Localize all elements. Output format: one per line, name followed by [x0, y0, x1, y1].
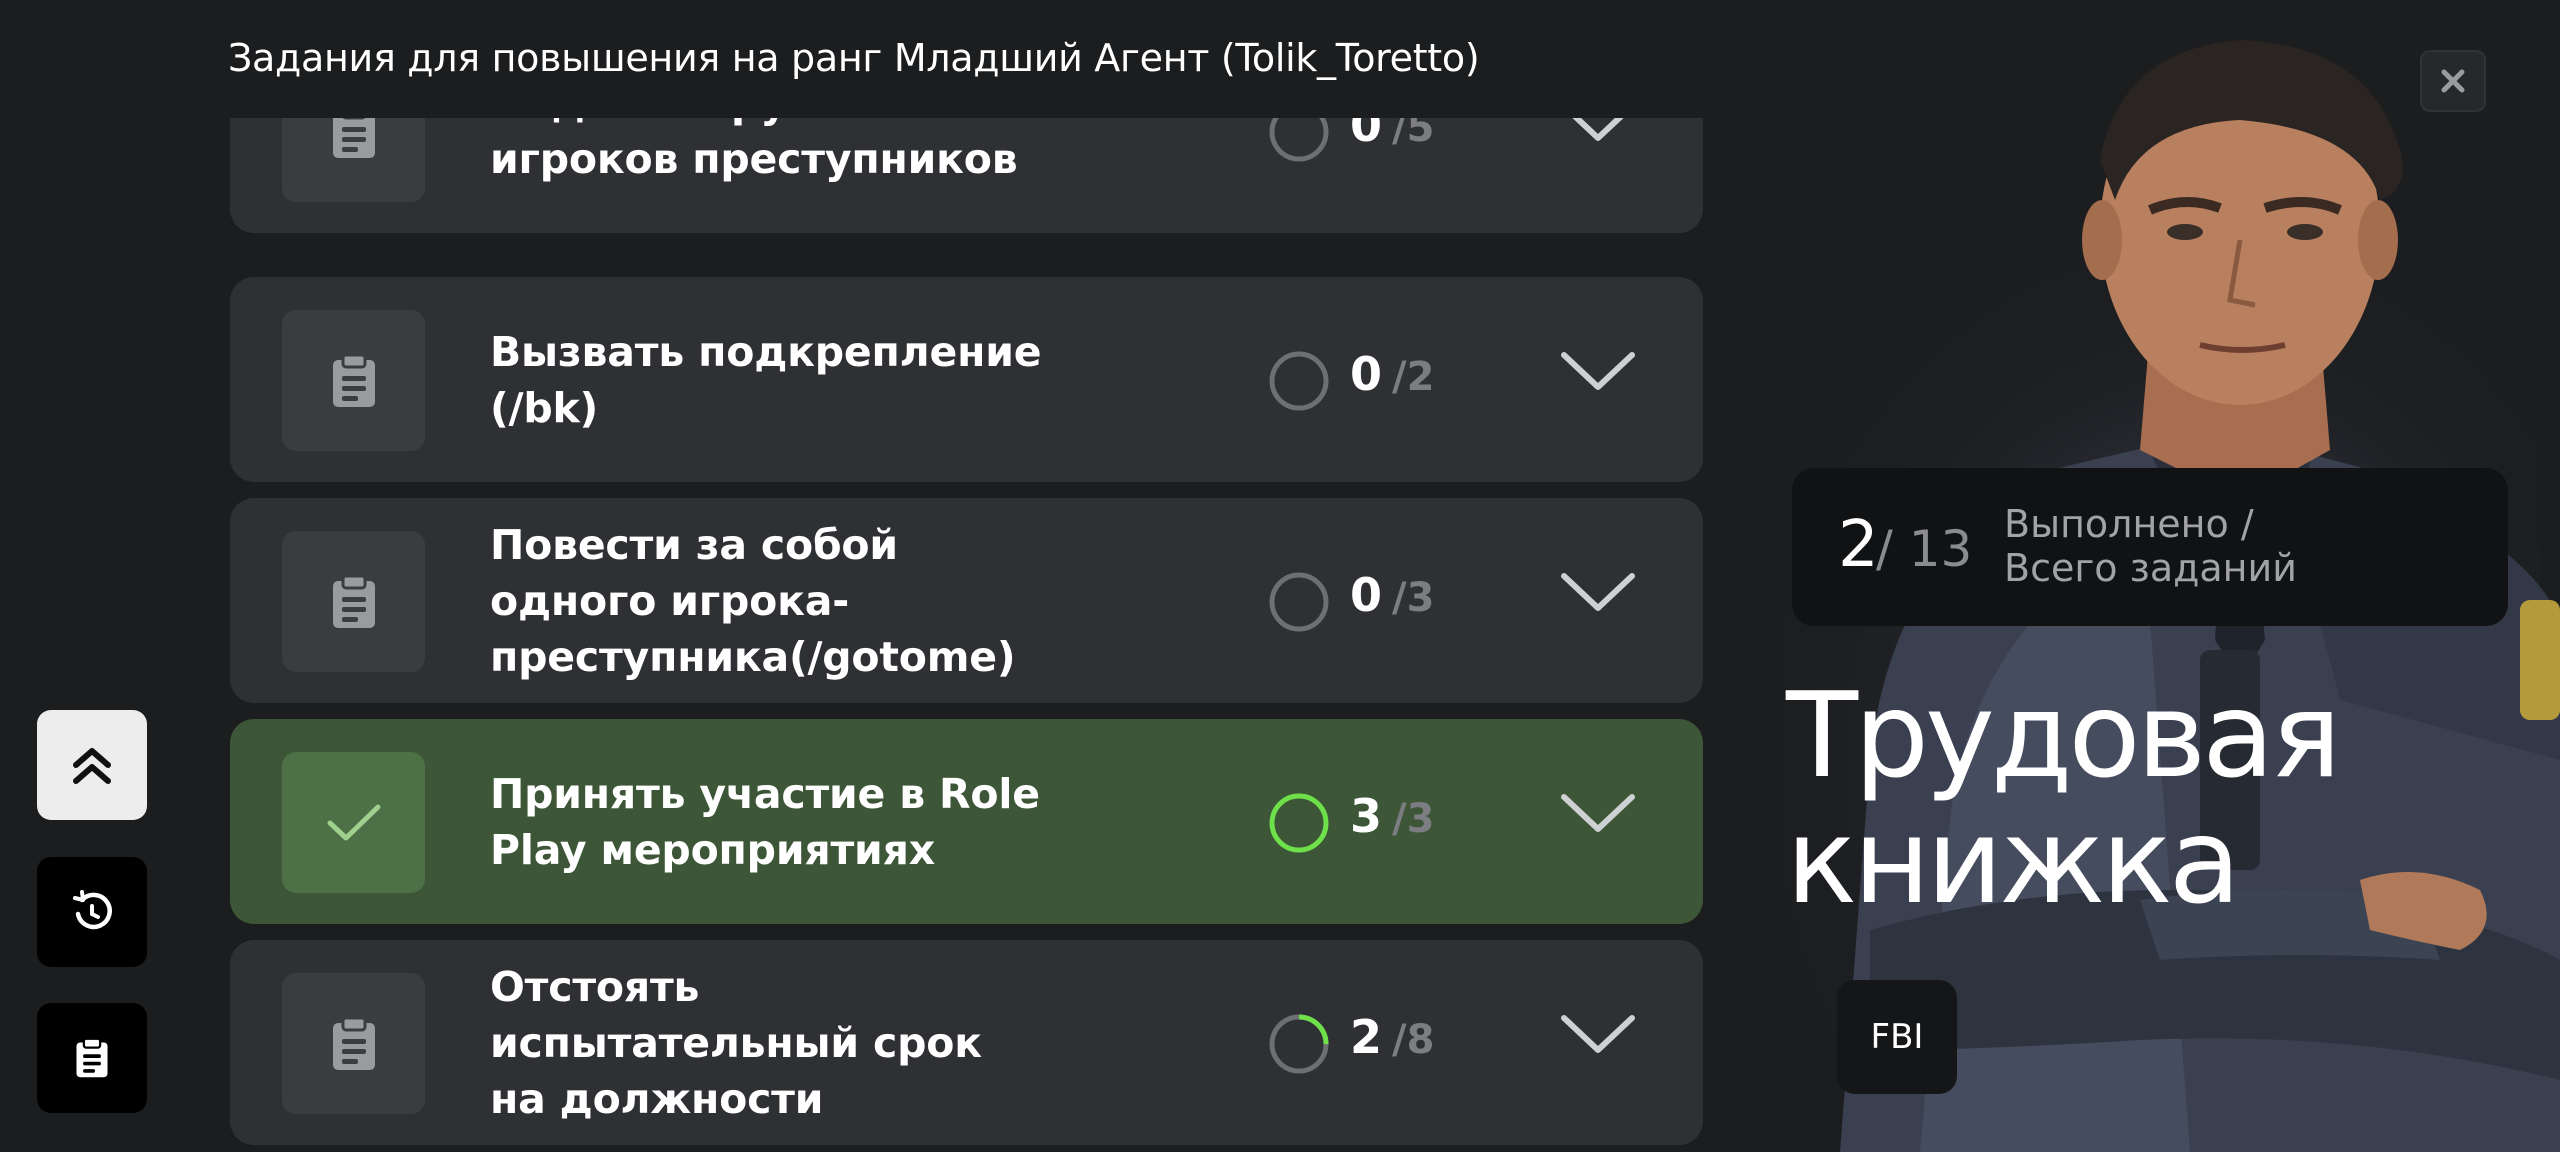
task-name: Отстоять испытательный срок на должности	[490, 962, 982, 1123]
close-button[interactable]	[2420, 50, 2486, 112]
scroll-top-button[interactable]	[37, 710, 147, 820]
task-progress: 0 /3	[1350, 568, 1434, 636]
task-progress-total: /5	[1392, 118, 1435, 151]
clipboard-icon	[282, 118, 425, 202]
progress-ring	[1269, 118, 1329, 162]
progress-ring	[1269, 1014, 1329, 1074]
task-card[interactable]: Вызвать подкрепление (/bk) 0 /2	[230, 277, 1703, 482]
completion-stats: 2 / 13 Выполнено / Всего заданий	[1792, 468, 2508, 626]
chevron-down-icon[interactable]	[1560, 791, 1636, 837]
chevron-down-icon[interactable]	[1560, 118, 1636, 146]
task-name: Повести за собой одного игрока-преступни…	[490, 520, 1016, 681]
clipboard-icon	[282, 310, 425, 451]
task-progress: 3 /3	[1350, 789, 1434, 857]
task-progress-total: /8	[1392, 1017, 1435, 1063]
task-name: Принять участие в Role Play мероприятиях	[490, 769, 1040, 874]
chevron-down-icon[interactable]	[1560, 570, 1636, 616]
progress-ring	[1269, 793, 1329, 853]
close-icon	[2441, 69, 2465, 93]
clipboard-icon	[76, 1037, 108, 1078]
completed-count: 2	[1838, 508, 1879, 582]
book-title: Трудовая книжка	[1786, 666, 2341, 930]
chevron-down-icon[interactable]	[1560, 1012, 1636, 1058]
task-progress-current: 0	[1350, 347, 1383, 401]
task-progress-total: /3	[1392, 575, 1435, 621]
tasks-nav-button[interactable]	[37, 1003, 147, 1113]
clipboard-icon	[282, 531, 425, 672]
clipboard-icon	[282, 973, 425, 1114]
progress-ring	[1269, 351, 1329, 411]
task-progress: 0 /2	[1350, 347, 1434, 415]
task-progress: 0 /5	[1350, 118, 1434, 166]
task-name: Надеть наручники на игроков преступников	[490, 118, 1018, 183]
task-list[interactable]: Надеть наручники на игроков преступников…	[230, 118, 1703, 1152]
task-progress-current: 0	[1350, 568, 1383, 622]
stats-label: Выполнено / Всего заданий	[2004, 502, 2297, 590]
task-card-completed[interactable]: Принять участие в Role Play мероприятиях…	[230, 719, 1703, 924]
task-card[interactable]: Повести за собой одного игрока-преступни…	[230, 498, 1703, 703]
total-count: / 13	[1876, 520, 1973, 578]
reset-timer-button[interactable]	[37, 857, 147, 967]
organization-badge: FBI	[1837, 980, 1957, 1094]
progress-ring	[1269, 572, 1329, 632]
task-progress-current: 3	[1350, 789, 1383, 843]
timer-reset-icon	[73, 890, 112, 930]
task-card[interactable]: Надеть наручники на игроков преступников…	[230, 118, 1703, 233]
task-progress-total: /2	[1392, 354, 1435, 400]
page-title: Задания для повышения на ранг Младший Аг…	[228, 36, 1480, 80]
task-progress-current: 0	[1350, 118, 1383, 152]
task-card[interactable]: Отстоять испытательный срок на должности…	[230, 940, 1703, 1145]
task-name: Вызвать подкрепление (/bk)	[490, 327, 1042, 432]
task-progress: 2 /8	[1350, 1010, 1434, 1078]
task-progress-current: 2	[1350, 1010, 1383, 1064]
double-chevron-up-icon	[73, 748, 111, 784]
check-icon	[282, 752, 425, 893]
chevron-down-icon[interactable]	[1560, 349, 1636, 395]
task-progress-total: /3	[1392, 796, 1435, 842]
